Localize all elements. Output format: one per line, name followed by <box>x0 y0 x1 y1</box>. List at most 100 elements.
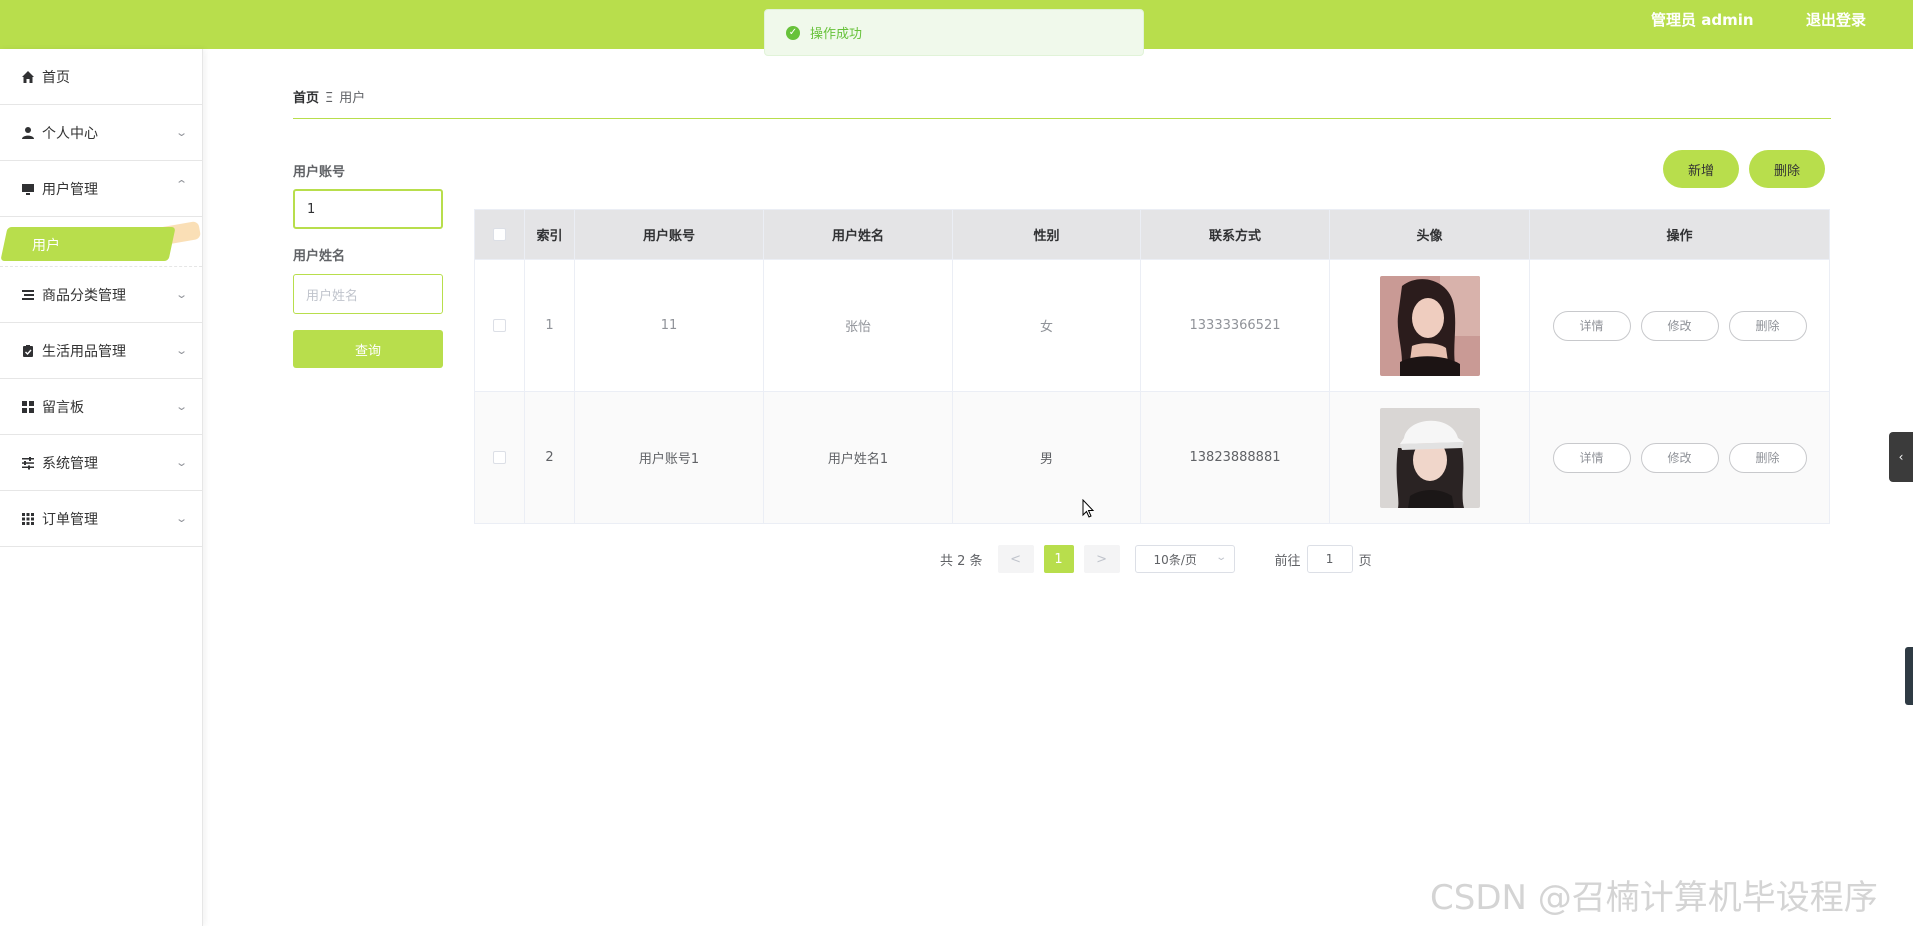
page-unit-label: 页 <box>1358 553 1372 569</box>
monitor-icon <box>21 182 35 196</box>
breadcrumb-home[interactable]: 首页 <box>293 91 319 106</box>
chevron-left-icon: ‹ <box>1898 450 1904 464</box>
row-account: 用户账号1 <box>575 392 764 523</box>
sidebar-item-label: 订单管理 <box>42 511 98 528</box>
row-actions: 详情 修改 删除 <box>1530 260 1829 391</box>
chevron-down-icon: ⌄ <box>174 456 188 469</box>
select-all-checkbox[interactable] <box>493 228 506 241</box>
row-checkbox[interactable] <box>493 451 506 464</box>
side-widget[interactable] <box>1905 647 1913 705</box>
edit-button[interactable]: 修改 <box>1640 442 1719 473</box>
sidebar-item-label: 商品分类管理 <box>42 287 126 304</box>
apps-icon <box>21 512 35 526</box>
chevron-up-icon: ⌃ <box>174 178 188 191</box>
sidebar-item-label: 个人中心 <box>42 125 98 142</box>
row-actions: 详情 修改 删除 <box>1530 392 1829 523</box>
breadcrumb-divider <box>293 118 1831 119</box>
success-toast: ✓ 操作成功 <box>764 9 1144 56</box>
column-header: 索引 <box>525 210 575 259</box>
clipboard-icon <box>21 344 35 358</box>
row-index: 2 <box>525 392 575 523</box>
toast-message: 操作成功 <box>810 27 863 42</box>
column-header: 用户账号 <box>575 210 764 259</box>
column-header: 联系方式 <box>1141 210 1330 259</box>
row-checkbox[interactable] <box>493 319 506 332</box>
column-header: 性别 <box>953 210 1141 259</box>
goto-label: 前往 <box>1274 553 1301 569</box>
user-table: 索引 用户账号 用户姓名 性别 联系方式 头像 操作 1 11 张怡 女 133… <box>474 209 1830 524</box>
side-drawer-toggle[interactable]: ‹ <box>1889 432 1913 482</box>
query-button[interactable]: 查询 <box>293 330 443 368</box>
grid-icon <box>21 400 35 414</box>
row-delete-button[interactable]: 删除 <box>1728 442 1807 473</box>
pagination: 共 2 条 < 1 > 10条/页 ⌄ 前往 1 页 <box>940 545 1372 573</box>
table-header: 索引 用户账号 用户姓名 性别 联系方式 头像 操作 <box>475 210 1829 259</box>
chevron-down-icon: ⌄ <box>174 126 188 139</box>
row-account: 11 <box>575 260 764 391</box>
active-indicator <box>0 227 176 261</box>
sidebar-item-label: 用户管理 <box>42 181 98 198</box>
sidebar-item-goods[interactable]: 生活用品管理 ⌄ <box>0 323 202 379</box>
sidebar-subitem-label: 用户 <box>32 238 60 254</box>
user-icon <box>21 126 35 140</box>
row-gender: 女 <box>953 260 1141 391</box>
table-row: 2 用户账号1 用户姓名1 男 13823888881 详情 修改 删除 <box>475 391 1829 523</box>
sidebar-item-category[interactable]: 商品分类管理 ⌄ <box>0 267 202 323</box>
prev-page-button[interactable]: < <box>997 545 1034 573</box>
chevron-down-icon: ⌄ <box>174 400 188 413</box>
avatar-cell <box>1330 260 1530 391</box>
add-button[interactable]: 新增 <box>1663 150 1739 188</box>
sidebar-subitem-user[interactable]: 用户 <box>0 217 202 267</box>
row-gender: 男 <box>953 392 1141 523</box>
sidebar-item-messages[interactable]: 留言板 ⌄ <box>0 379 202 435</box>
logout-button[interactable]: 退出登录 <box>1806 9 1866 30</box>
sliders-icon <box>21 456 35 470</box>
column-header: 操作 <box>1666 229 1693 244</box>
check-circle-icon: ✓ <box>786 25 800 40</box>
chevron-down-icon: ⌄ <box>174 288 188 301</box>
table-row: 1 11 张怡 女 13333366521 详情 修改 删除 <box>475 259 1829 391</box>
breadcrumb-separator: Ξ <box>325 91 334 106</box>
next-page-button[interactable]: > <box>1083 545 1120 573</box>
column-header: 用户姓名 <box>764 210 953 259</box>
name-input[interactable]: 用户姓名 <box>293 274 443 314</box>
sidebar-item-label: 生活用品管理 <box>42 343 126 360</box>
row-select-cell <box>475 392 525 523</box>
sidebar-item-user-management[interactable]: 用户管理 ⌃ <box>0 161 202 217</box>
detail-button[interactable]: 详情 <box>1552 442 1631 473</box>
row-phone: 13823888881 <box>1141 392 1330 523</box>
breadcrumb: 首页 Ξ 用户 <box>293 87 365 106</box>
pagination-total: 共 2 条 <box>940 553 983 569</box>
goto-page-input[interactable]: 1 <box>1306 545 1353 573</box>
edit-button[interactable]: 修改 <box>1640 310 1719 341</box>
admin-label: 管理员 admin <box>1651 11 1754 29</box>
avatar <box>1379 407 1480 508</box>
page-size-select[interactable]: 10条/页 ⌄ <box>1134 545 1235 573</box>
name-label: 用户姓名 <box>293 249 346 264</box>
page-1-button[interactable]: 1 <box>1043 545 1074 573</box>
sidebar-item-home[interactable]: 首页 <box>0 49 202 105</box>
sidebar-item-profile[interactable]: 个人中心 ⌄ <box>0 105 202 161</box>
row-delete-button[interactable]: 删除 <box>1728 310 1807 341</box>
sidebar-item-label: 首页 <box>42 69 70 86</box>
row-name: 张怡 <box>764 260 953 391</box>
sidebar: 首页 个人中心 ⌄ 用户管理 ⌃ 用户 商品分类管理 ⌄ 生活用品管理 ⌄ 留言… <box>0 49 203 926</box>
mouse-cursor-icon <box>1082 498 1096 523</box>
column-header: 头像 <box>1330 210 1530 259</box>
sidebar-item-system[interactable]: 系统管理 ⌄ <box>0 435 202 491</box>
row-index: 1 <box>525 260 575 391</box>
account-input[interactable]: 1 <box>293 189 443 229</box>
sidebar-item-label: 留言板 <box>42 399 84 416</box>
detail-button[interactable]: 详情 <box>1552 310 1631 341</box>
list-icon <box>21 288 35 302</box>
sidebar-item-label: 系统管理 <box>42 455 98 472</box>
delete-button[interactable]: 删除 <box>1749 150 1825 188</box>
select-all-cell <box>475 210 525 259</box>
watermark: CSDN @召楠计算机毕设程序 <box>1430 878 1878 918</box>
sidebar-item-orders[interactable]: 订单管理 ⌄ <box>0 491 202 547</box>
avatar <box>1379 275 1480 376</box>
row-phone: 13333366521 <box>1141 260 1330 391</box>
chevron-down-icon: ⌄ <box>1215 552 1228 563</box>
home-icon <box>21 70 35 84</box>
chevron-down-icon: ⌄ <box>174 344 188 357</box>
